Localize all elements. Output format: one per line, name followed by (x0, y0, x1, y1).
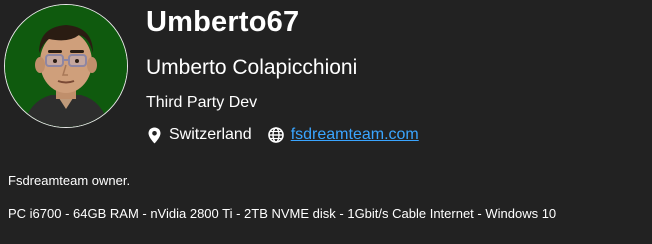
profile-meta: Switzerland fsdreamteam.com (146, 122, 419, 148)
avatar-image (5, 5, 127, 127)
username: Umberto67 (146, 6, 300, 38)
bio-text: Fsdreamteam owner. (8, 173, 131, 188)
system-specs: PC i6700 - 64GB RAM - nVidia 2800 Ti - 2… (8, 206, 557, 221)
map-pin-icon (146, 126, 162, 144)
globe-icon (267, 126, 284, 144)
website-link[interactable]: fsdreamteam.com (291, 126, 419, 144)
avatar[interactable] (4, 4, 128, 128)
full-name: Umberto Colapicchioni (146, 56, 358, 79)
location-text: Switzerland (169, 126, 252, 143)
website: fsdreamteam.com (267, 126, 419, 144)
role-title: Third Party Dev (146, 94, 258, 111)
location: Switzerland (146, 126, 252, 144)
